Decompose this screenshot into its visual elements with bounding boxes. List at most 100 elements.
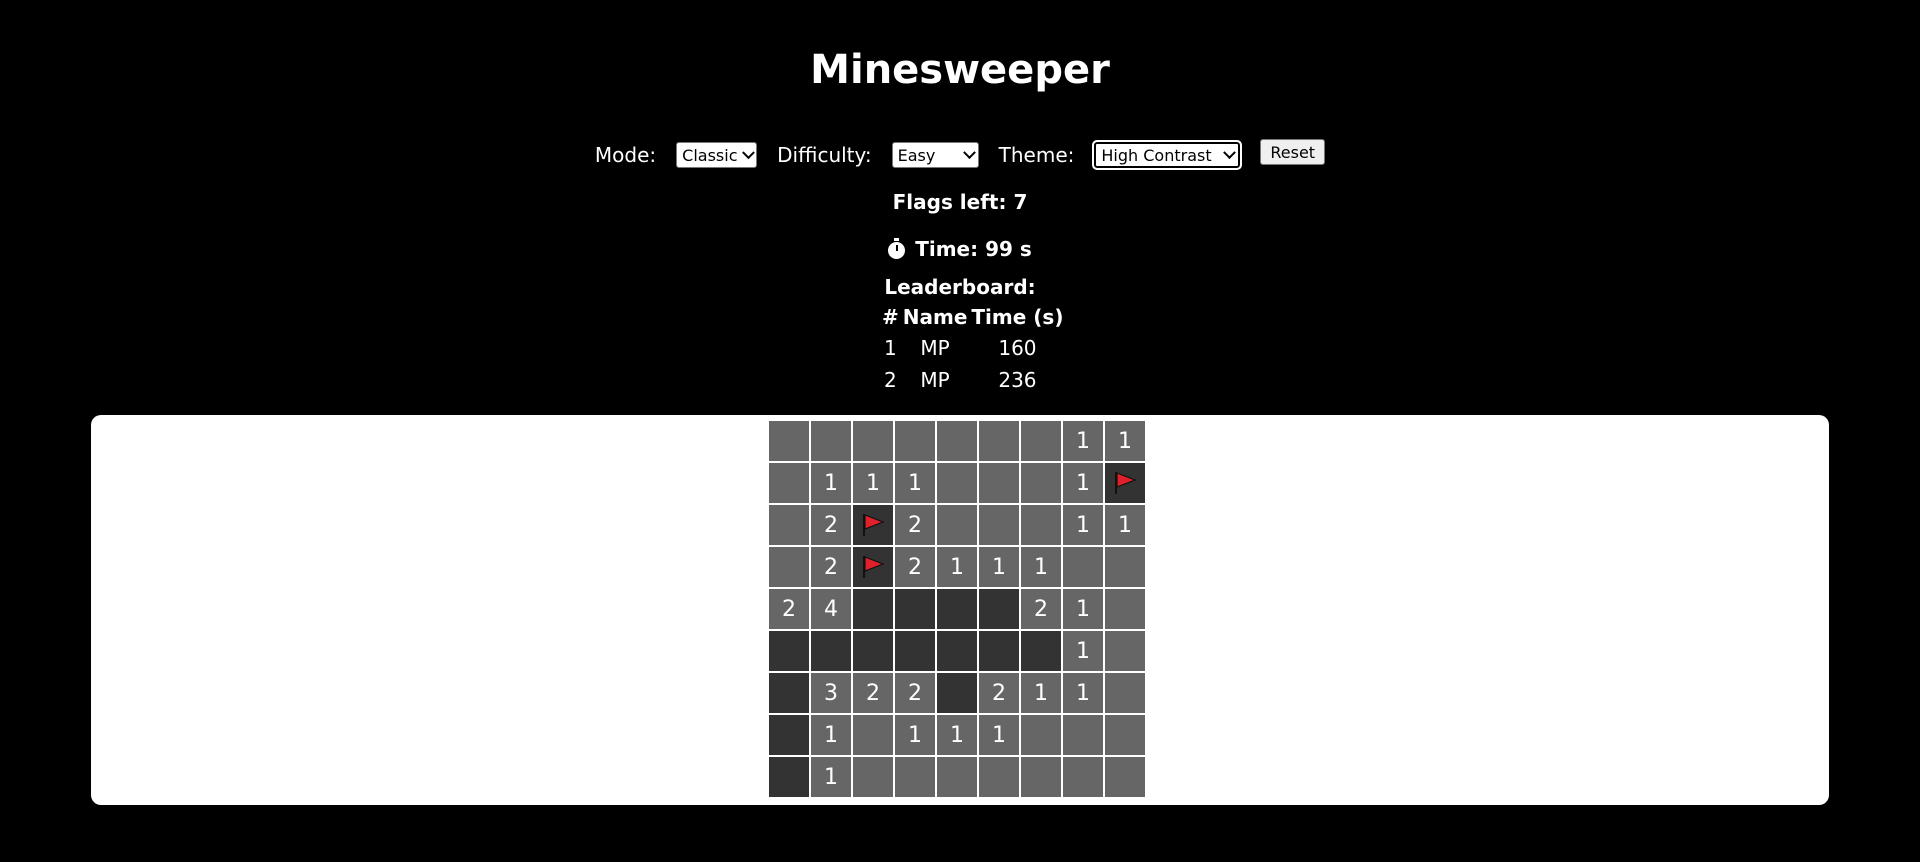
cell-number[interactable]: 2 <box>895 505 935 545</box>
cell-hidden[interactable] <box>769 673 809 713</box>
cell-number-label: 2 <box>908 680 922 706</box>
cell-hidden[interactable] <box>811 631 851 671</box>
cell-empty[interactable] <box>1105 631 1145 671</box>
mode-select[interactable]: Classic <box>676 142 758 168</box>
cell-number[interactable]: 1 <box>1063 463 1103 503</box>
difficulty-select[interactable]: Easy <box>891 142 979 168</box>
cell-empty[interactable] <box>853 757 893 797</box>
cell-number[interactable]: 2 <box>1021 589 1061 629</box>
cell-empty[interactable] <box>1105 715 1145 755</box>
cell-flagged[interactable] <box>853 547 893 587</box>
cell-empty[interactable] <box>1021 757 1061 797</box>
cell-hidden[interactable] <box>895 631 935 671</box>
cell-number-label: 2 <box>1034 596 1048 622</box>
cell-hidden[interactable] <box>937 589 977 629</box>
cell-hidden[interactable] <box>769 631 809 671</box>
cell-empty[interactable] <box>769 421 809 461</box>
cell-hidden[interactable] <box>853 589 893 629</box>
cell-number-label: 2 <box>866 680 880 706</box>
cell-empty[interactable] <box>853 421 893 461</box>
cell-flagged[interactable] <box>1105 463 1145 503</box>
cell-empty[interactable] <box>1105 547 1145 587</box>
cell-number[interactable]: 1 <box>811 463 851 503</box>
cell-hidden[interactable] <box>1021 631 1061 671</box>
cell-number[interactable]: 1 <box>1063 631 1103 671</box>
theme-select[interactable]: High Contrast <box>1092 140 1243 170</box>
cell-number[interactable]: 1 <box>853 463 893 503</box>
cell-hidden[interactable] <box>769 715 809 755</box>
reset-button[interactable]: Reset <box>1260 139 1326 165</box>
cell-number[interactable]: 1 <box>1063 505 1103 545</box>
cell-number[interactable]: 2 <box>895 547 935 587</box>
cell-number[interactable]: 2 <box>811 505 851 545</box>
cell-number[interactable]: 1 <box>1063 589 1103 629</box>
leaderboard-time: 236 <box>998 368 1037 392</box>
cell-empty[interactable] <box>937 421 977 461</box>
cell-empty[interactable] <box>937 463 977 503</box>
cell-number[interactable]: 1 <box>1105 505 1145 545</box>
cell-number[interactable]: 1 <box>1021 547 1061 587</box>
cell-number[interactable]: 1 <box>1063 673 1103 713</box>
cell-flagged[interactable] <box>853 505 893 545</box>
cell-number[interactable]: 2 <box>853 673 893 713</box>
cell-hidden[interactable] <box>979 589 1019 629</box>
cell-empty[interactable] <box>769 463 809 503</box>
cell-number[interactable]: 1 <box>937 547 977 587</box>
cell-empty[interactable] <box>1021 715 1061 755</box>
cell-empty[interactable] <box>1021 505 1061 545</box>
cell-empty[interactable] <box>1021 463 1061 503</box>
chevron-down-icon <box>962 145 976 159</box>
cell-hidden[interactable] <box>937 673 977 713</box>
cell-number[interactable]: 3 <box>811 673 851 713</box>
cell-number[interactable]: 1 <box>979 715 1019 755</box>
cell-number[interactable]: 1 <box>1105 421 1145 461</box>
cell-empty[interactable] <box>1105 673 1145 713</box>
cell-number-label: 1 <box>1076 428 1090 454</box>
cell-empty[interactable] <box>853 715 893 755</box>
cell-empty[interactable] <box>895 421 935 461</box>
timer: Time: 99 s <box>0 237 1920 261</box>
cell-number[interactable]: 1 <box>811 715 851 755</box>
flag-icon <box>1115 472 1137 494</box>
cell-number[interactable]: 1 <box>895 715 935 755</box>
cell-number[interactable]: 2 <box>769 589 809 629</box>
cell-empty[interactable] <box>1063 547 1103 587</box>
cell-number[interactable]: 1 <box>1021 673 1061 713</box>
cell-empty[interactable] <box>895 757 935 797</box>
flag-icon <box>863 556 885 578</box>
cell-empty[interactable] <box>937 757 977 797</box>
cell-number-label: 1 <box>866 470 880 496</box>
cell-empty[interactable] <box>769 547 809 587</box>
cell-hidden[interactable] <box>979 631 1019 671</box>
cell-number[interactable]: 1 <box>895 463 935 503</box>
cell-number[interactable]: 1 <box>811 757 851 797</box>
cell-number[interactable]: 4 <box>811 589 851 629</box>
cell-empty[interactable] <box>1063 757 1103 797</box>
cell-empty[interactable] <box>979 505 1019 545</box>
cell-empty[interactable] <box>937 505 977 545</box>
cell-empty[interactable] <box>1021 421 1061 461</box>
difficulty-label: Difficulty: <box>777 143 872 167</box>
cell-empty[interactable] <box>769 505 809 545</box>
cell-hidden[interactable] <box>769 757 809 797</box>
cell-hidden[interactable] <box>937 631 977 671</box>
cell-hidden[interactable] <box>895 589 935 629</box>
cell-number[interactable]: 1 <box>979 547 1019 587</box>
cell-empty[interactable] <box>979 421 1019 461</box>
cell-empty[interactable] <box>1063 715 1103 755</box>
cell-number[interactable]: 2 <box>811 547 851 587</box>
cell-empty[interactable] <box>811 421 851 461</box>
cell-number-label: 1 <box>1118 512 1132 538</box>
cell-number[interactable]: 1 <box>1063 421 1103 461</box>
stopwatch-icon <box>888 237 906 259</box>
cell-empty[interactable] <box>979 757 1019 797</box>
cell-number[interactable]: 1 <box>937 715 977 755</box>
cell-number-label: 1 <box>908 470 922 496</box>
cell-empty[interactable] <box>1105 757 1145 797</box>
cell-hidden[interactable] <box>853 631 893 671</box>
cell-empty[interactable] <box>1105 589 1145 629</box>
board-panel: 1 1 1 1 1 1 2 2 1 1 2 2 1 1 1 2 4 2 1 1 3 2 2 2 1 1 1 1 1 1 1 <box>91 415 1829 805</box>
cell-number[interactable]: 2 <box>979 673 1019 713</box>
cell-empty[interactable] <box>979 463 1019 503</box>
cell-number[interactable]: 2 <box>895 673 935 713</box>
